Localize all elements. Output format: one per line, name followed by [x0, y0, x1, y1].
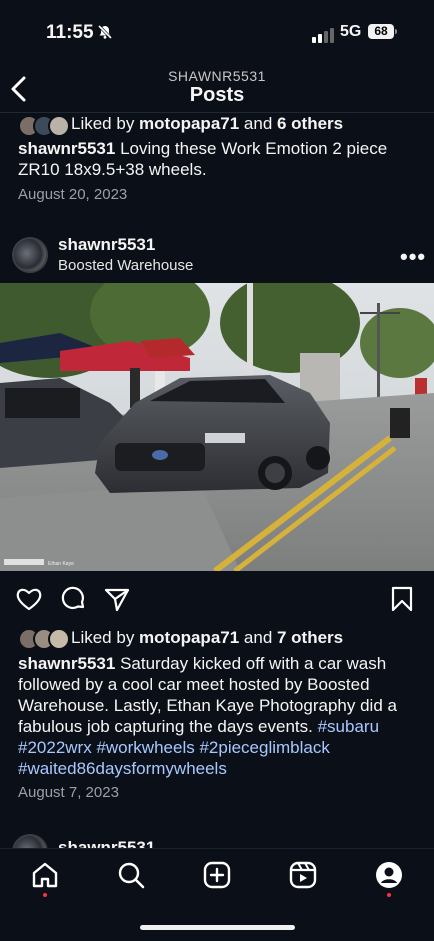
hashtag-subaru[interactable]: #subaru	[318, 717, 379, 736]
post-author-username[interactable]: shawnr5531	[58, 235, 155, 255]
post-photo[interactable]: Ethan Kaye	[0, 283, 434, 571]
save-bookmark-icon[interactable]	[388, 585, 416, 613]
liked-by-text[interactable]: Liked by motopapa71 and 6 others	[71, 114, 343, 134]
post-location[interactable]: Boosted Warehouse	[58, 257, 193, 274]
svg-text:Ethan Kaye: Ethan Kaye	[48, 561, 74, 567]
header-divider	[0, 112, 434, 113]
reels-icon[interactable]	[288, 860, 318, 890]
post-caption: shawnr5531 Loving these Work Emotion 2 p…	[18, 139, 388, 179]
comment-icon[interactable]	[59, 585, 87, 613]
battery-tip	[395, 29, 397, 34]
liked-by-avatars[interactable]	[18, 115, 70, 137]
post-date-2: August 7, 2023	[18, 784, 119, 801]
liked-by-text-2[interactable]: Liked by motopapa71 and 7 others	[71, 628, 343, 648]
hashtag-2022wrx[interactable]: #2022wrx	[18, 738, 92, 757]
create-icon[interactable]	[202, 860, 232, 890]
status-time: 11:55	[46, 22, 94, 43]
signal-icon	[312, 25, 336, 43]
home-icon[interactable]	[30, 860, 60, 890]
hashtag-waited86days[interactable]: #waited86daysformywheels	[18, 759, 227, 778]
hashtag-2pieceglimblack[interactable]: #2pieceglimblack	[199, 738, 329, 757]
liked-by-avatars-2[interactable]	[18, 628, 70, 650]
silent-bell-icon	[97, 24, 113, 40]
network-label: 5G	[340, 23, 362, 40]
post-author-avatar[interactable]	[12, 237, 48, 273]
like-heart-icon[interactable]	[15, 585, 43, 613]
home-indicator	[140, 925, 295, 930]
car-photo-image: Ethan Kaye	[0, 283, 434, 571]
post-caption-2: shawnr5531 Saturday kicked off with a ca…	[18, 654, 397, 778]
profile-username: SHAWNR5531	[168, 68, 266, 84]
home-notification-dot	[43, 893, 47, 897]
more-options-icon[interactable]: •••	[400, 244, 426, 270]
battery-icon: 68	[368, 24, 394, 39]
hashtag-workwheels[interactable]: #workwheels	[96, 738, 194, 757]
share-send-icon[interactable]	[103, 585, 131, 613]
post-date: August 20, 2023	[18, 186, 128, 203]
search-icon[interactable]	[116, 860, 146, 890]
page-title: Posts	[189, 84, 245, 106]
profile-notification-dot	[387, 893, 391, 897]
profile-icon[interactable]	[374, 860, 404, 890]
